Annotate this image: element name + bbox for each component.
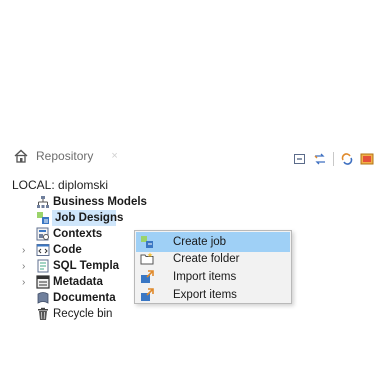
repository-tabbar: Repository × [0,134,374,172]
menu-item-create-folder[interactable]: Create folder [136,249,290,269]
expand-arrow-icon[interactable]: › [22,277,30,288]
refresh-icon[interactable] [340,152,354,166]
collapse-all-icon[interactable] [293,152,307,166]
menu-item-label: Create folder [173,253,240,265]
business-models-icon [37,196,49,208]
create-folder-icon [140,252,154,265]
metadata-icon [36,275,50,289]
recycle-bin-icon [38,307,48,320]
import-items-icon [141,270,154,283]
tree-item-label: Business Models [53,196,147,208]
sql-templates-icon [37,259,49,273]
tree-item-label: Code [53,244,82,256]
menu-item-import-items[interactable]: Import items [136,267,290,287]
toolbar-separator [333,152,334,166]
tree-item-label: Recycle bin [53,308,113,320]
export-items-icon [141,288,154,301]
tree-item-label: Metadata [53,276,103,288]
menu-item-label: Create job [173,236,227,248]
create-job-icon [141,236,153,248]
view-toolbar [293,150,374,168]
contexts-icon [36,227,49,241]
tree-item-label: Job Designs [55,212,124,224]
menu-item-label: Export items [173,289,237,301]
view-menu-icon[interactable] [360,152,374,166]
tree-item-label: Documenta [53,292,116,304]
tree-item-label: SQL Templa [53,260,120,272]
code-icon [36,244,50,256]
expand-arrow-icon[interactable]: › [22,261,30,272]
repository-tab[interactable]: Repository × [14,144,118,168]
menu-item-label: Import items [173,271,237,283]
home-icon [14,149,28,163]
tree-item-label: Contexts [53,228,103,240]
close-icon[interactable]: × [111,150,117,162]
documentation-icon [37,292,49,304]
expand-arrow-icon[interactable]: › [22,245,30,256]
link-editor-icon[interactable] [313,152,327,166]
repository-tab-label: Repository [36,149,94,163]
job-designs-icon [37,212,49,224]
project-label: LOCAL: diplomski [12,178,109,192]
menu-item-export-items[interactable]: Export items [136,285,290,305]
context-menu: Create job Create folder Import items Ex… [134,230,292,304]
